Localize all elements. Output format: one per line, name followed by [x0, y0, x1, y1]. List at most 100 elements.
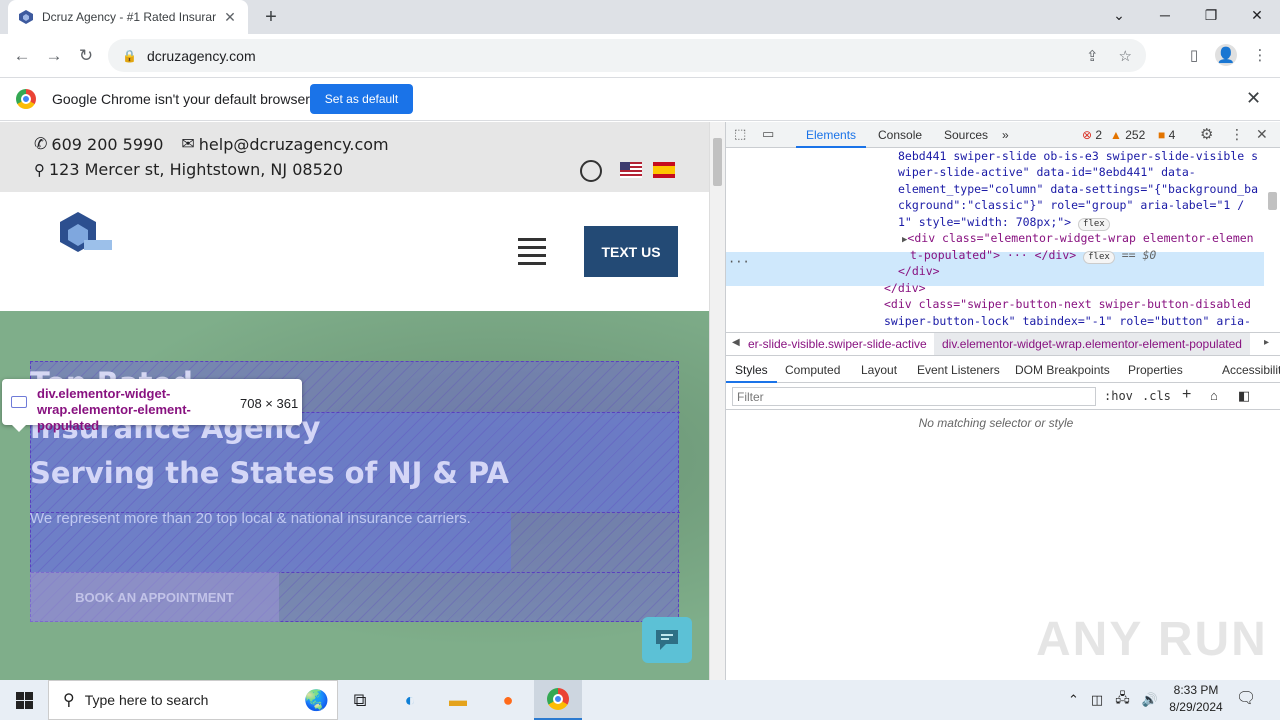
volume-icon[interactable]: 🔊 — [1142, 692, 1158, 708]
back-icon[interactable]: ← — [8, 42, 36, 70]
tab-title: Dcruz Agency - #1 Rated Insurar — [42, 10, 217, 24]
tab-layout[interactable]: Layout — [852, 357, 906, 383]
tooltip-selector: div.elementor-widget-wrap.elementor-elem… — [37, 386, 191, 433]
dom-line: ckground":"classic"}" role="group" aria-… — [898, 198, 1245, 212]
devtools-menu-icon[interactable]: ⋮ — [1230, 126, 1244, 143]
error-icon: ⊗ — [1082, 128, 1093, 142]
email-link[interactable]: help@dcruzagency.com — [199, 135, 389, 154]
taskbar-clock[interactable]: 8:33 PM 8/29/2024 — [1160, 682, 1232, 716]
book-appointment-button[interactable]: BOOK AN APPOINTMENT — [30, 572, 279, 622]
new-style-rule-icon[interactable]: + — [1182, 386, 1191, 404]
issue-count[interactable]: ■ 4 — [1158, 128, 1175, 142]
agency-logo-icon[interactable] — [40, 210, 120, 260]
grid-layout-icon — [11, 396, 27, 408]
dom-node-actions-icon[interactable]: ··· — [728, 254, 750, 271]
more-tabs-icon[interactable]: » — [992, 122, 1019, 148]
paint-brush-icon[interactable]: ⌂ — [1210, 388, 1218, 403]
tab-accessibility[interactable]: Accessibility — [1213, 357, 1280, 383]
chrome-menu-icon[interactable]: ⋮ — [1249, 44, 1271, 66]
close-window-button[interactable]: ✕ — [1234, 0, 1280, 30]
dom-line: </div> — [898, 264, 940, 278]
tab-search-icon[interactable]: ⌄ — [1096, 0, 1142, 30]
tab-console[interactable]: Console — [868, 122, 932, 148]
text-us-button[interactable]: TEXT US — [584, 226, 678, 277]
dom-scrollbar[interactable] — [1264, 148, 1280, 332]
minimize-button[interactable]: ─ — [1142, 0, 1188, 30]
issue-icon: ■ — [1158, 128, 1166, 142]
task-view-icon[interactable]: ⧉ — [336, 680, 384, 720]
breadcrumb: ◀ er-slide-visible.swiper-slide-active d… — [726, 332, 1280, 356]
tab-event-listeners[interactable]: Event Listeners — [908, 357, 1009, 383]
new-tab-button[interactable]: + — [258, 4, 284, 30]
devtools-close-icon[interactable]: ✕ — [1256, 126, 1268, 143]
tab-styles[interactable]: Styles — [726, 357, 777, 383]
side-panel-icon[interactable]: ▯ — [1183, 44, 1205, 66]
phone-number[interactable]: 609 200 5990 — [51, 135, 163, 154]
tooltip-dimensions: 708 × 361 — [240, 396, 299, 411]
warning-icon: ▲ — [1110, 128, 1122, 142]
share-icon[interactable]: ⇪ — [1086, 47, 1099, 65]
tab-dom-breakpoints[interactable]: DOM Breakpoints — [1006, 357, 1119, 383]
address-text: 123 Mercer st, Hightstown, NJ 08520 — [49, 160, 344, 179]
weather-globe-icon: 🌏 — [304, 689, 329, 712]
dom-line: <div class="swiper-button-next swiper-bu… — [884, 297, 1251, 311]
us-flag-icon[interactable] — [620, 162, 642, 178]
restore-button[interactable]: ❐ — [1188, 0, 1234, 30]
taskbar-search-placeholder: Type here to search — [84, 692, 209, 708]
profile-avatar-icon[interactable]: 👤 — [1215, 44, 1237, 66]
address-bar[interactable]: 🔒 dcruzagency.com ⇪ ☆ — [108, 39, 1146, 72]
tab-properties[interactable]: Properties — [1119, 357, 1192, 383]
edge-icon[interactable]: ◐ — [386, 680, 434, 720]
default-browser-infobar: Google Chrome isn't your default browser — [0, 78, 1280, 121]
dom-tree[interactable]: ··· 8ebd441 swiper-slide ob-is-e3 swiper… — [726, 148, 1280, 338]
file-explorer-icon[interactable]: ▬ — [434, 680, 482, 720]
dom-line: wiper-slide-active" data-id="8ebd441" da… — [898, 165, 1196, 179]
inspect-element-icon[interactable]: ⬚ — [734, 126, 746, 142]
dom-line-selected: <div class="elementor-widget-wrap elemen… — [907, 231, 1254, 245]
tab-close-icon[interactable]: ✕ — [222, 9, 238, 26]
set-as-default-button[interactable]: Set as default — [310, 84, 413, 114]
chat-widget-icon[interactable] — [642, 617, 692, 663]
crumb-left-icon[interactable]: ◀ — [732, 337, 740, 348]
spain-flag-icon[interactable] — [653, 162, 675, 178]
reload-icon[interactable]: ↻ — [72, 42, 100, 70]
windows-start-icon[interactable] — [0, 680, 48, 720]
tab-computed[interactable]: Computed — [776, 357, 849, 383]
tab-elements[interactable]: Elements — [796, 122, 867, 148]
error-count[interactable]: ⊗ 2 — [1082, 128, 1102, 142]
tray-chevron-up-icon[interactable]: ⌃ — [1068, 692, 1079, 708]
taskbar-search-box[interactable]: ⚲ Type here to search 🌏 — [48, 680, 338, 720]
hero-title-line-3: Serving the States of NJ & PA — [30, 456, 509, 490]
infobar-close-icon[interactable]: ✕ — [1246, 88, 1261, 109]
page-scrollbar[interactable] — [709, 122, 725, 680]
crumb-right-icon[interactable]: ▸ — [1264, 337, 1269, 348]
url-text: dcruzagency.com — [146, 47, 256, 64]
firefox-icon[interactable]: ● — [484, 680, 532, 720]
breadcrumb-item-current[interactable]: div.elementor-widget-wrap.elementor-elem… — [934, 333, 1250, 355]
hero-subtitle: We represent more than 20 top local & na… — [30, 510, 471, 527]
dom-line: swiper-button-lock" tabindex="-1" role="… — [884, 314, 1251, 328]
bookmark-star-icon[interactable]: ☆ — [1119, 47, 1132, 65]
class-toggle[interactable]: .cls — [1142, 389, 1171, 403]
tab-sources[interactable]: Sources — [934, 122, 998, 148]
system-tray: ⌃ ◫ 🖧 🔊 — [1068, 680, 1158, 720]
breadcrumb-item[interactable]: er-slide-visible.swiper-slide-active — [748, 337, 927, 351]
warning-count[interactable]: ▲ 252 — [1110, 128, 1145, 142]
network-icon[interactable]: 🖧 — [1115, 689, 1130, 711]
device-toolbar-icon[interactable]: ▭ — [762, 126, 774, 142]
styles-filter-input[interactable]: Filter — [732, 387, 1096, 406]
tray-app-icon[interactable]: ◫ — [1091, 692, 1103, 708]
browser-tab[interactable]: Dcruz Agency - #1 Rated Insurar ✕ — [8, 0, 248, 34]
flex-badge[interactable]: flex — [1083, 251, 1115, 264]
devtools-tabbar: ⬚ ▭ Elements Console Sources » ⊗ 2 ▲ 252… — [726, 122, 1280, 148]
notification-icon[interactable]: 🗨 — [1236, 688, 1256, 708]
hamburger-menu-icon[interactable] — [518, 238, 546, 265]
chrome-taskbar-icon[interactable] — [534, 680, 582, 720]
forward-icon[interactable]: → — [40, 42, 68, 70]
sidebar-toggle-icon[interactable]: ◧ — [1238, 388, 1250, 404]
web-page: ✆ 609 200 5990 ✉ help@dcruzagency.com ⚲ … — [0, 122, 709, 680]
hover-state-toggle[interactable]: :hov — [1104, 389, 1133, 403]
settings-gear-icon[interactable]: ⚙ — [1200, 125, 1213, 143]
search-icon: ⚲ — [63, 692, 75, 709]
account-icon[interactable] — [580, 160, 602, 182]
